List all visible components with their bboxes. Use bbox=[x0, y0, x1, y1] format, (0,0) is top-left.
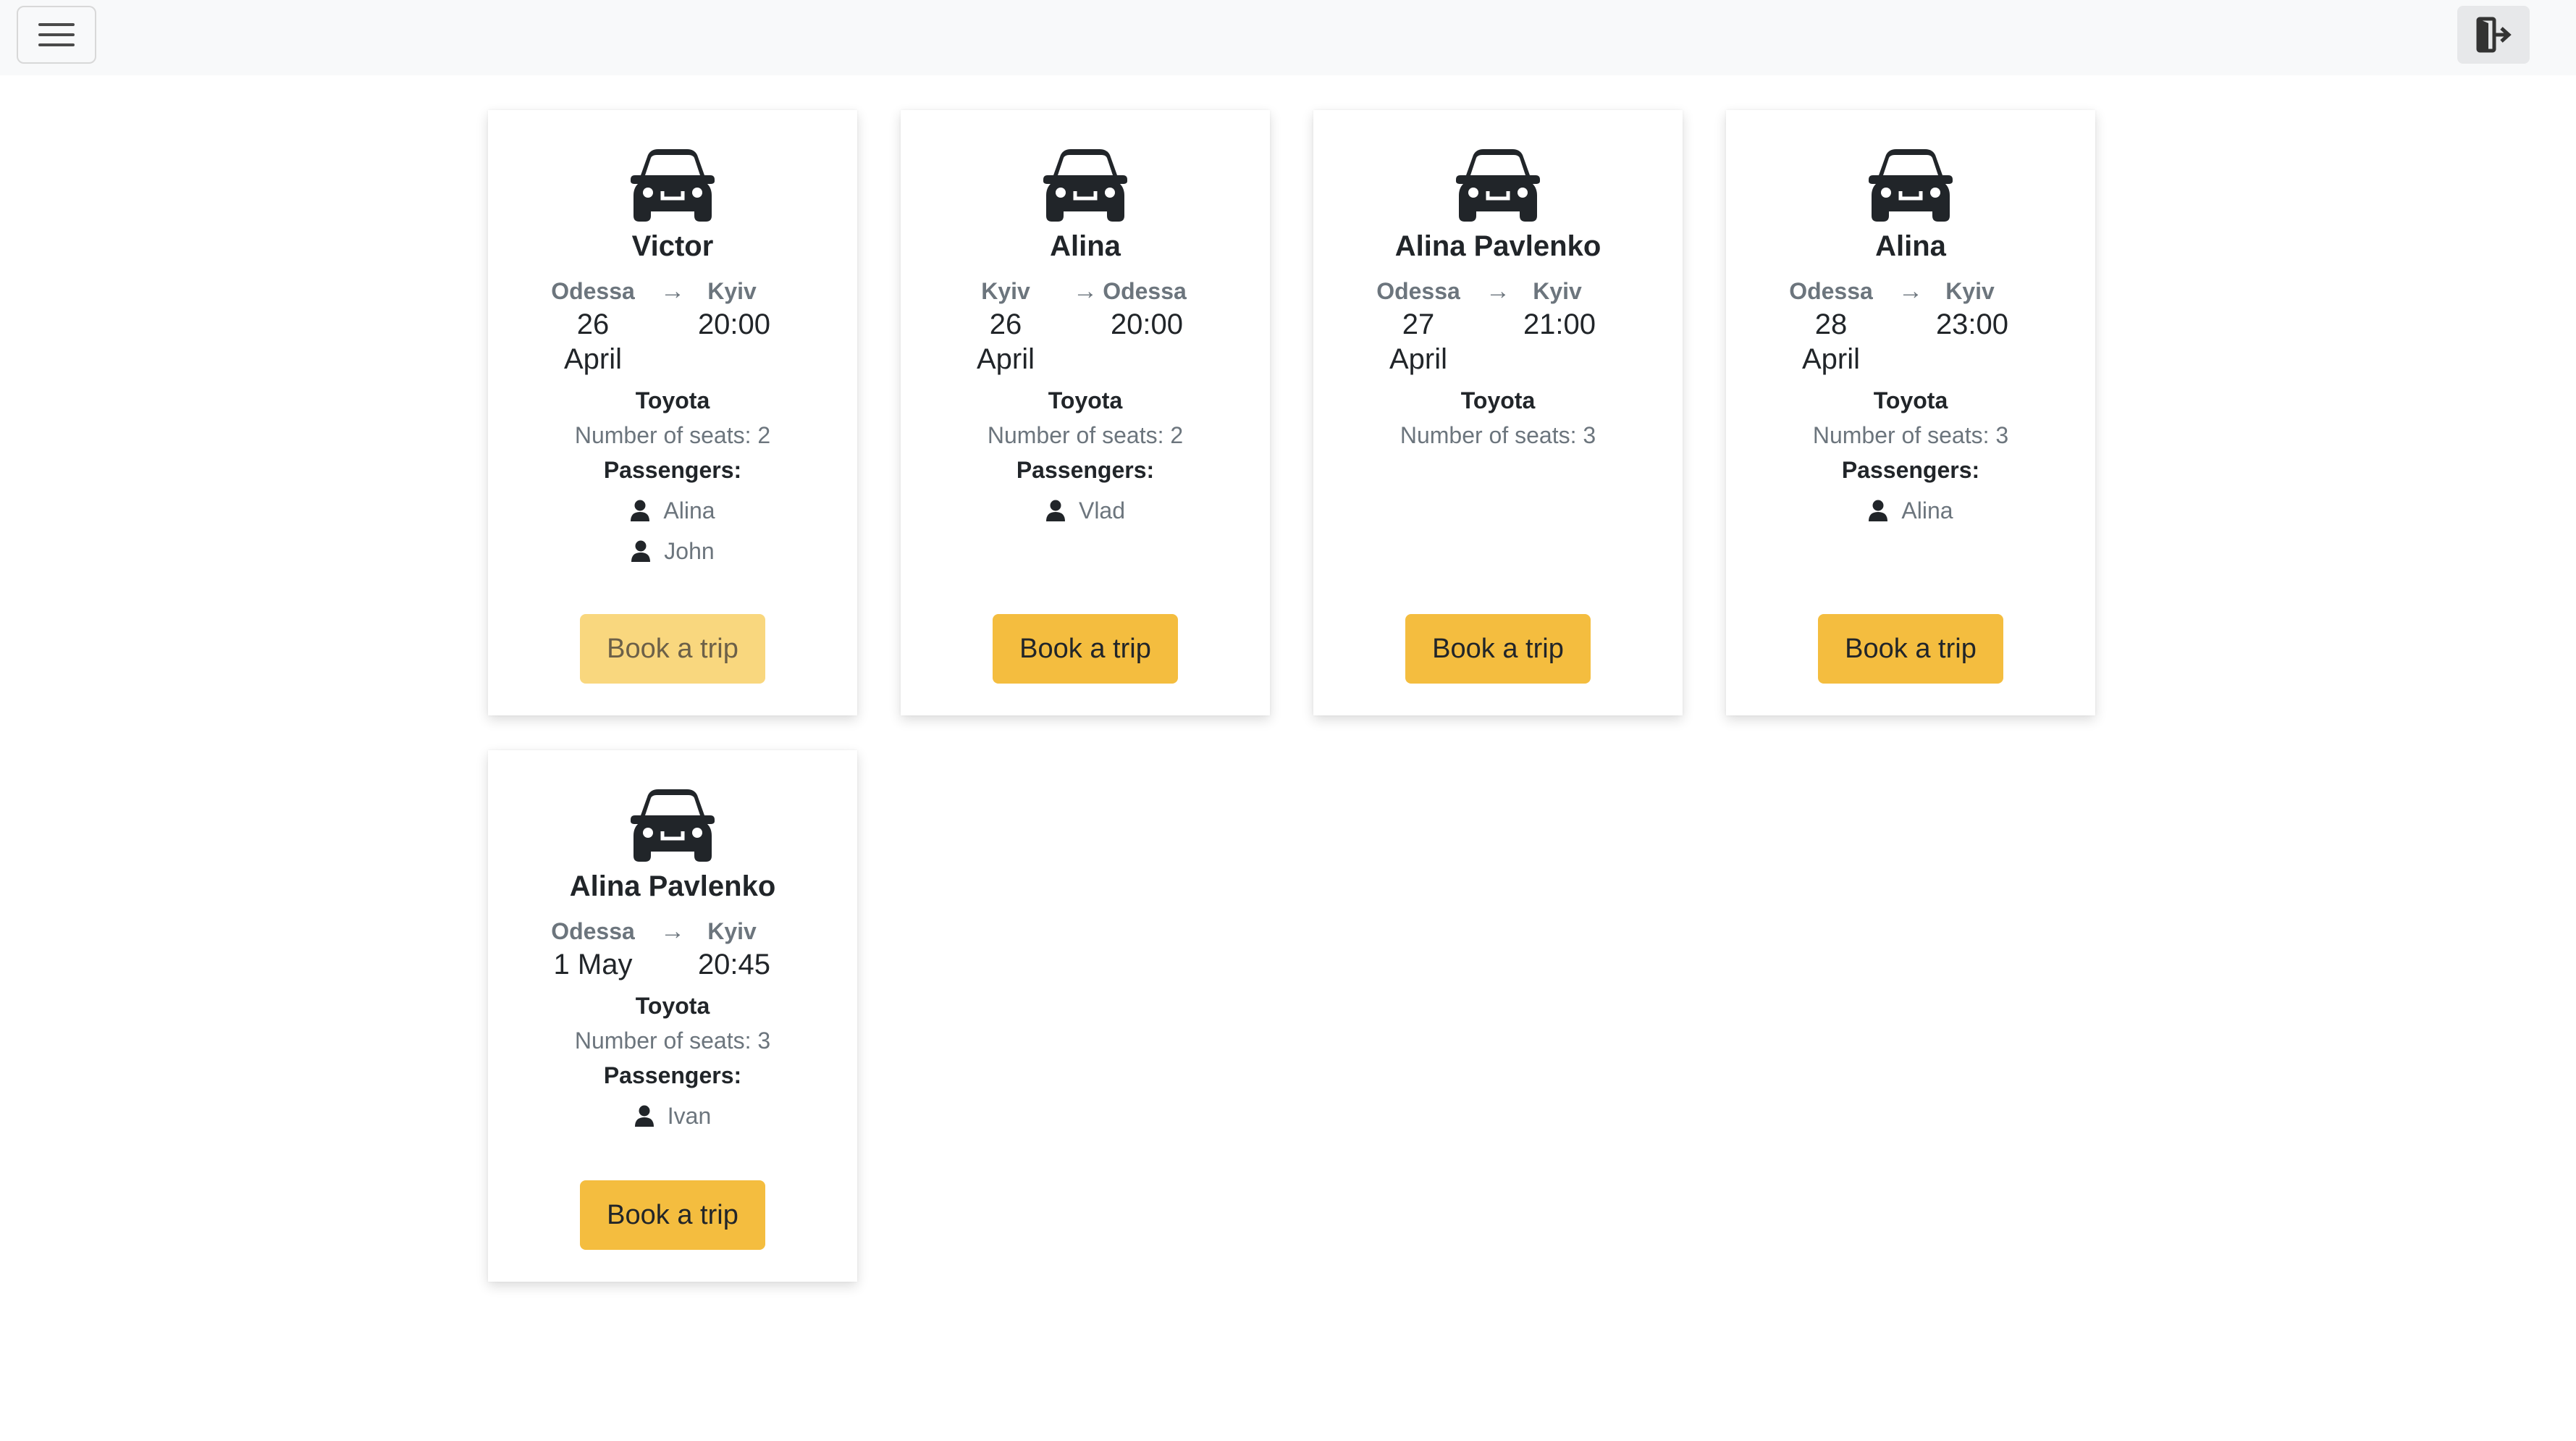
car-icon bbox=[1455, 148, 1541, 223]
passenger-name: Ivan bbox=[667, 1103, 712, 1129]
trip-date: 28 April bbox=[1801, 308, 1861, 375]
book-trip-button[interactable]: Book a trip bbox=[580, 1180, 765, 1250]
driver-name: Alina Pavlenko bbox=[569, 870, 776, 902]
menu-toggle-button[interactable] bbox=[17, 6, 96, 64]
trip-date: 26 April bbox=[976, 308, 1035, 375]
route-from: Odessa bbox=[1789, 278, 1873, 304]
passenger-item: John bbox=[488, 534, 857, 568]
passengers-label: Passengers: bbox=[1841, 457, 1980, 483]
seats-count: Number of seats: 2 bbox=[574, 422, 771, 448]
hamburger-menu-icon bbox=[38, 23, 75, 46]
car-model: Toyota bbox=[1460, 387, 1536, 413]
passengers-label: Passengers: bbox=[603, 1062, 742, 1088]
book-trip-button[interactable]: Book a trip bbox=[1405, 614, 1591, 684]
book-trip-button[interactable]: Book a trip bbox=[993, 614, 1178, 684]
trip-date: 26 April bbox=[563, 308, 623, 375]
trip-date: 27 April bbox=[1389, 308, 1448, 375]
route-from: Odessa bbox=[551, 278, 635, 304]
car-model: Toyota bbox=[1873, 387, 1948, 413]
seats-count: Number of seats: 2 bbox=[987, 422, 1184, 448]
seats-count: Number of seats: 3 bbox=[574, 1028, 771, 1054]
route-to: Odessa bbox=[1103, 278, 1187, 304]
driver-name: Victor bbox=[631, 230, 714, 262]
car-icon bbox=[1042, 148, 1129, 223]
trip-time: 23:00 bbox=[1935, 308, 2009, 340]
car-model: Toyota bbox=[635, 993, 710, 1019]
trip-card: Alina Pavlenko Odessa → Kyiv 1 May 20:45 Toyot… bbox=[488, 750, 857, 1282]
route-to: Kyiv bbox=[707, 918, 757, 944]
person-icon bbox=[1868, 500, 1901, 521]
trip-card: Alina Odessa → Kyiv 28 April 23:00 Toyota Numbe… bbox=[1726, 110, 2095, 715]
person-icon bbox=[631, 540, 664, 562]
person-icon bbox=[634, 1105, 668, 1127]
trip-card: Alina Kyiv → Odessa 26 April 20:00 Toyota Numbe… bbox=[901, 110, 1270, 715]
trip-card: Victor Odessa → Kyiv 26 April 20:00 Toyota Numb… bbox=[488, 110, 857, 715]
navbar bbox=[0, 0, 2576, 75]
passenger-item: Vlad bbox=[901, 494, 1270, 527]
driver-name: Alina Pavlenko bbox=[1394, 230, 1601, 262]
route-to: Kyiv bbox=[1945, 278, 1995, 304]
route-to: Kyiv bbox=[707, 278, 757, 304]
trip-card: Alina Pavlenko Odessa → Kyiv 27 April 21:00 To… bbox=[1313, 110, 1683, 715]
passenger-name: Alina bbox=[1901, 497, 1953, 524]
passengers-label: Passengers: bbox=[1016, 457, 1155, 483]
driver-name: Alina bbox=[1875, 230, 1946, 262]
car-icon bbox=[629, 148, 716, 223]
seats-count: Number of seats: 3 bbox=[1399, 422, 1596, 448]
logout-icon bbox=[2476, 17, 2512, 53]
person-icon bbox=[1045, 500, 1079, 521]
passenger-name: Alina bbox=[663, 497, 715, 524]
passenger-name: John bbox=[664, 538, 715, 564]
route-from: Kyiv bbox=[981, 278, 1030, 304]
passenger-name: Vlad bbox=[1078, 497, 1126, 524]
passengers-label: Passengers: bbox=[603, 457, 742, 483]
trip-time: 20:45 bbox=[697, 949, 771, 980]
car-icon bbox=[629, 788, 716, 863]
trip-date: 1 May bbox=[553, 949, 633, 980]
car-model: Toyota bbox=[635, 387, 710, 413]
trip-time: 21:00 bbox=[1523, 308, 1596, 340]
route-from: Odessa bbox=[551, 918, 635, 944]
route-from: Odessa bbox=[1376, 278, 1460, 304]
book-trip-button: Book a trip bbox=[580, 614, 765, 684]
logout-button[interactable] bbox=[2457, 6, 2530, 64]
passenger-item: Ivan bbox=[488, 1099, 857, 1133]
book-trip-button[interactable]: Book a trip bbox=[1818, 614, 2003, 684]
seats-count: Number of seats: 3 bbox=[1812, 422, 2009, 448]
route-to: Kyiv bbox=[1533, 278, 1582, 304]
trip-time: 20:00 bbox=[1110, 308, 1184, 340]
person-icon bbox=[630, 500, 663, 521]
car-model: Toyota bbox=[1048, 387, 1123, 413]
passenger-item: Alina bbox=[1726, 494, 2095, 527]
car-icon bbox=[1867, 148, 1954, 223]
passenger-item: Alina bbox=[488, 494, 857, 527]
driver-name: Alina bbox=[1050, 230, 1121, 262]
trip-time: 20:00 bbox=[697, 308, 771, 340]
